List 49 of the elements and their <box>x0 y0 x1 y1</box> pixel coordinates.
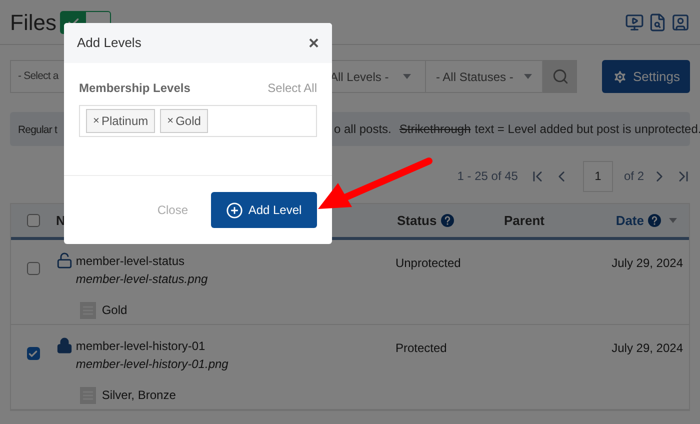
plus-circle-icon <box>226 202 244 218</box>
level-list: Gold <box>102 301 128 319</box>
select-all-link[interactable]: Select All <box>268 79 317 97</box>
file-name: member-level-history-01.png <box>76 356 228 373</box>
strikethrough-text: Strikethrough <box>399 121 471 138</box>
level-list: Silver, Bronze <box>102 386 176 404</box>
info-text: Regular t <box>18 124 58 136</box>
dialog-title: Add Levels <box>77 34 142 52</box>
caret-icon <box>669 218 677 223</box>
tags-field[interactable]: × Platinum × Gold <box>79 105 317 137</box>
date-text: July 29, 2024 <box>612 255 683 272</box>
close-button[interactable]: × <box>308 34 319 52</box>
file-title[interactable]: member-level-history-01 <box>76 337 228 355</box>
level-tag[interactable]: × Platinum <box>86 109 156 133</box>
search-icon <box>552 68 568 85</box>
remove-tag-button[interactable]: × <box>167 112 174 130</box>
page-input[interactable]: 1 <box>582 160 613 192</box>
caret-icon <box>402 74 411 79</box>
user-icon[interactable] <box>671 12 690 32</box>
help-icon[interactable] <box>440 214 454 227</box>
file-name: member-level-status.png <box>76 271 208 288</box>
checkbox[interactable] <box>27 214 40 227</box>
column-header[interactable]: Status <box>397 210 437 230</box>
status-text: Unprotected <box>395 256 461 270</box>
page-count: of 2 <box>624 168 644 185</box>
add-level-button[interactable]: Add Level <box>211 192 317 228</box>
video-icon[interactable] <box>625 12 644 32</box>
range-text: 1 - 25 of 45 <box>457 168 518 185</box>
search-button[interactable] <box>543 60 577 93</box>
field-label: Membership Levels <box>79 80 190 97</box>
settings-button[interactable]: Settings <box>602 60 690 93</box>
checkbox[interactable] <box>26 262 40 275</box>
level-tag[interactable]: × Gold <box>160 109 208 133</box>
info-text: o all posts. <box>334 121 392 138</box>
file-title[interactable]: member-level-status <box>76 252 208 270</box>
gear-icon <box>612 68 628 84</box>
help-icon[interactable] <box>648 214 661 227</box>
info-text: text = Level added but post is unprotected. <box>474 121 700 138</box>
status-text: Protected <box>395 341 447 355</box>
column-header[interactable]: Parent <box>504 210 544 230</box>
close-button[interactable]: Close <box>157 201 188 219</box>
page-title: Files <box>10 8 56 36</box>
status-select[interactable]: - All Statuses - <box>426 60 543 93</box>
remove-tag-button[interactable]: × <box>93 112 100 130</box>
caret-icon <box>524 74 532 79</box>
checkbox[interactable] <box>26 347 40 360</box>
file-search-icon[interactable] <box>648 12 667 32</box>
column-header[interactable]: Date <box>616 210 644 230</box>
date-text: July 29, 2024 <box>612 340 683 357</box>
